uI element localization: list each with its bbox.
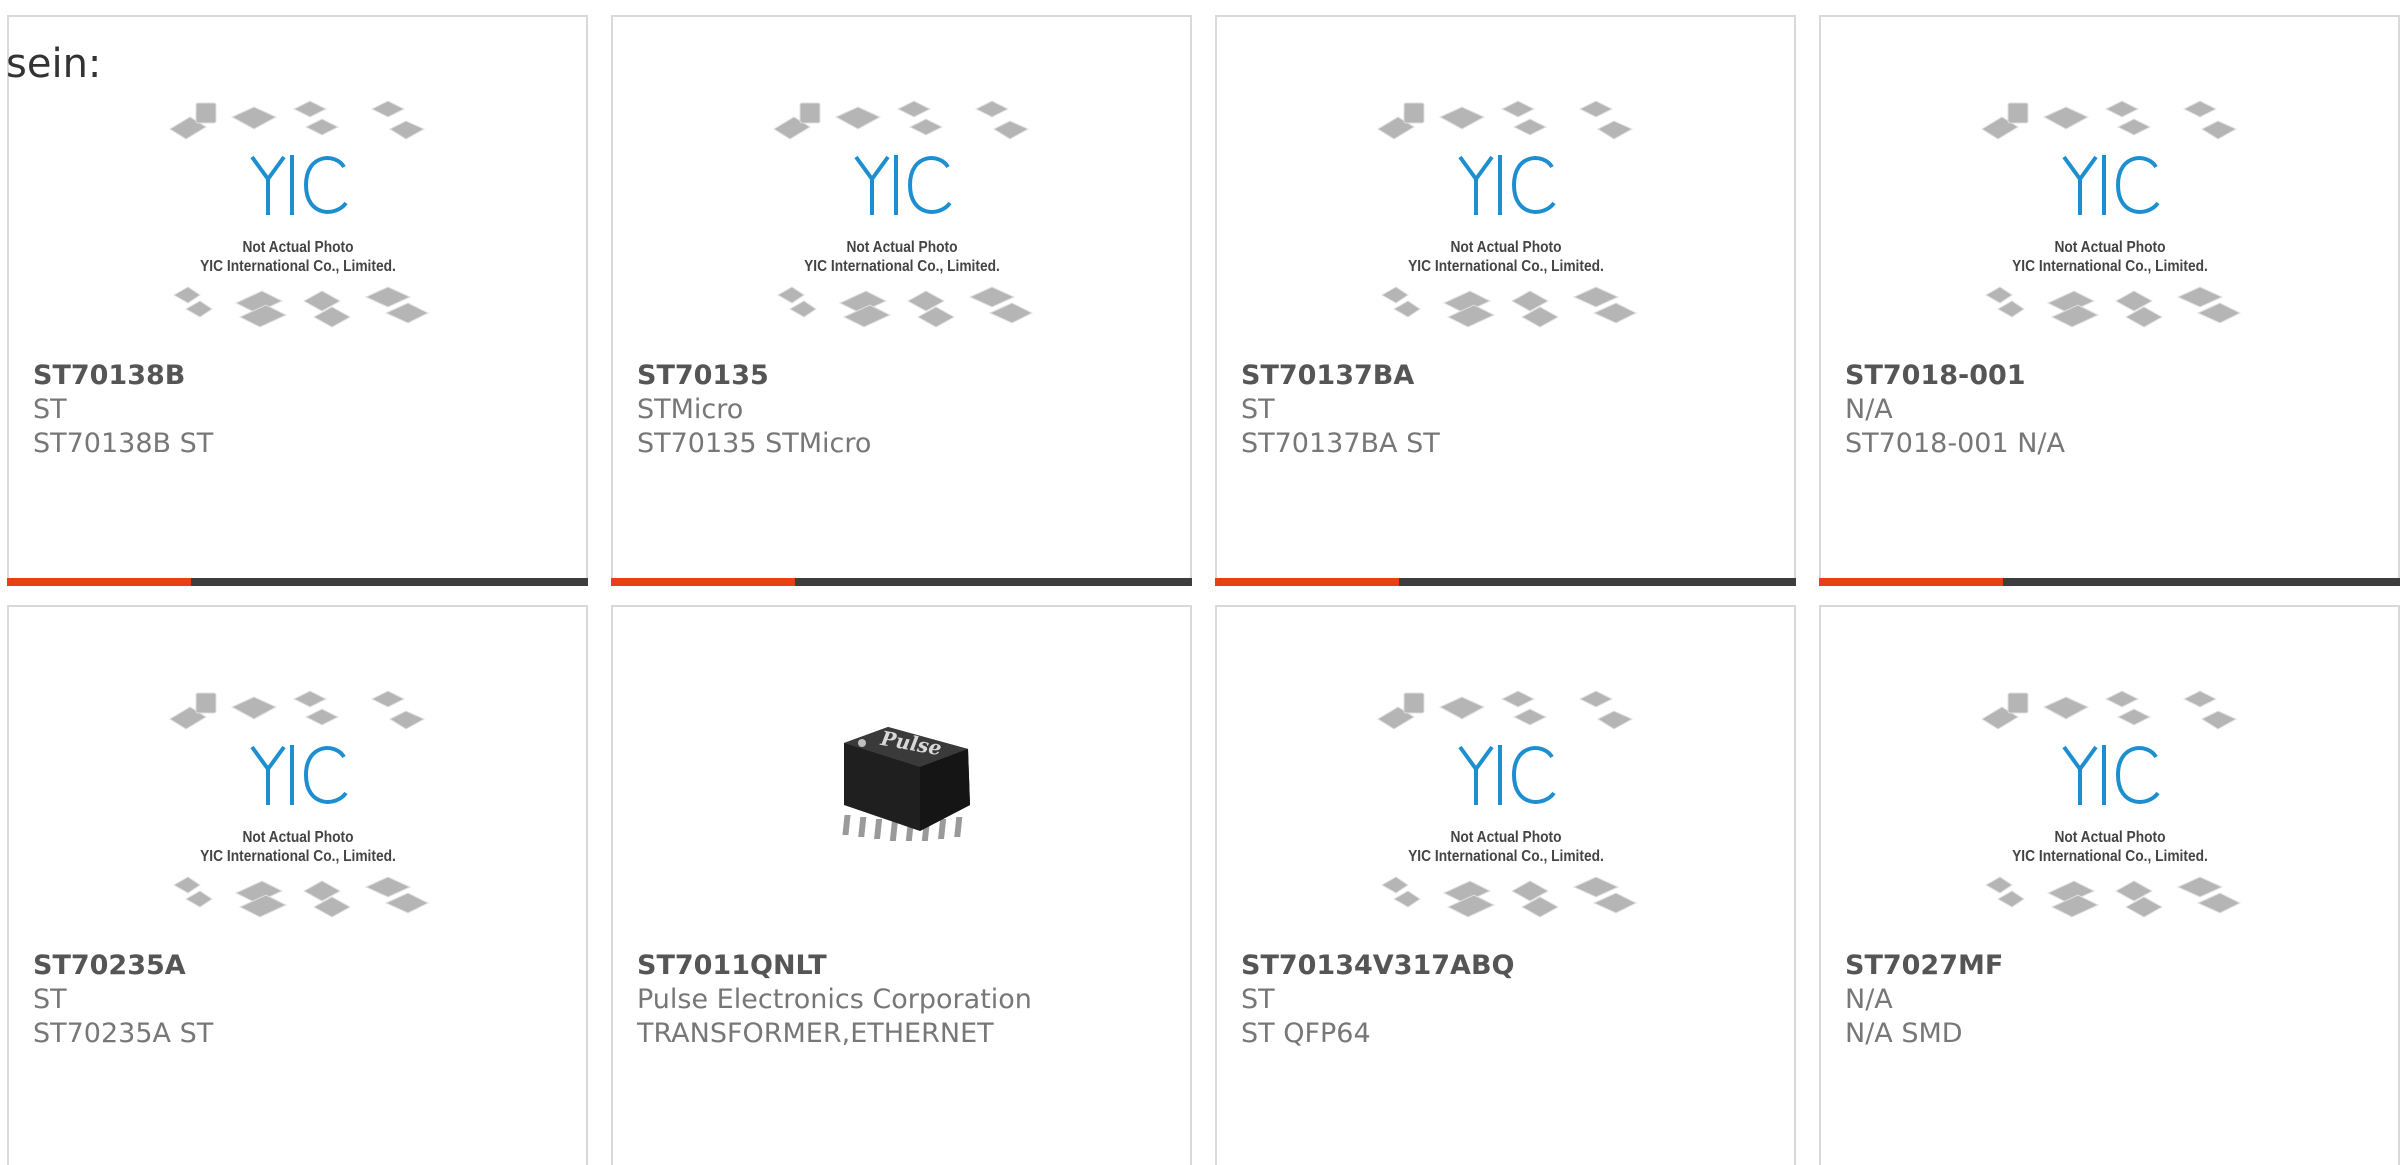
- placeholder-line1: Not Actual Photo: [1449, 239, 1562, 256]
- product-card[interactable]: Not Actual Photo YIC International Co., …: [1819, 15, 2400, 586]
- manufacturer: N/A: [1845, 394, 1893, 425]
- yic-placeholder-icon: [1980, 100, 2241, 328]
- product-image[interactable]: Not Actual Photo YIC International Co., …: [1219, 687, 1792, 952]
- yic-placeholder-icon: [168, 100, 429, 328]
- card-accent-bar: [611, 578, 795, 586]
- description: ST7018-001 N/A: [1845, 428, 2065, 459]
- placeholder-line2: YIC International Co., Limited.: [2011, 848, 2208, 865]
- product-image[interactable]: Not Actual Photo YIC International Co., …: [11, 687, 584, 952]
- placeholder-line1: Not Actual Photo: [241, 829, 354, 846]
- product-card[interactable]: Not Actual Photo YIC International Co., …: [1215, 15, 1796, 586]
- product-card[interactable]: Not Actual Photo YIC International Co., …: [7, 15, 588, 586]
- placeholder-line2: YIC International Co., Limited.: [2011, 258, 2208, 275]
- placeholder-image: Not Actual Photo YIC International Co., …: [1978, 97, 2242, 337]
- placeholder-line2: YIC International Co., Limited.: [803, 258, 1000, 275]
- description: ST70137BA ST: [1241, 428, 1440, 459]
- manufacturer: ST: [33, 394, 67, 425]
- product-image[interactable]: Not Actual Photo YIC International Co., …: [1219, 97, 1792, 362]
- placeholder-line1: Not Actual Photo: [2053, 239, 2166, 256]
- placeholder-image: Not Actual Photo YIC International Co., …: [1374, 97, 1638, 337]
- product-card[interactable]: Not Actual Photo YIC International Co., …: [1215, 605, 1796, 1165]
- product-image[interactable]: Not Actual Photo YIC International Co., …: [11, 97, 584, 362]
- description: ST70135 STMicro: [637, 428, 872, 459]
- yic-placeholder-icon: [1980, 690, 2241, 918]
- card-accent-bar: [1215, 578, 1399, 586]
- placeholder-line1: Not Actual Photo: [845, 239, 958, 256]
- manufacturer: N/A: [1845, 984, 1893, 1015]
- yic-placeholder-icon: [772, 100, 1033, 328]
- manufacturer: ST: [33, 984, 67, 1015]
- card-accent-bar: [7, 578, 191, 586]
- placeholder-line1: Not Actual Photo: [2053, 829, 2166, 846]
- placeholder-line2: YIC International Co., Limited.: [1407, 848, 1604, 865]
- placeholder-line2: YIC International Co., Limited.: [1407, 258, 1604, 275]
- intro-text: sein:: [6, 41, 102, 87]
- card-bottom-bar: [611, 578, 1192, 586]
- placeholder-image: Not Actual Photo YIC International Co., …: [1374, 687, 1638, 927]
- part-number[interactable]: ST70137BA: [1241, 359, 1778, 393]
- product-image[interactable]: Not Actual Photo YIC International Co., …: [1823, 687, 2396, 952]
- card-accent-bar: [1819, 578, 2003, 586]
- placeholder-line2: YIC International Co., Limited.: [199, 258, 396, 275]
- manufacturer: ST: [1241, 984, 1275, 1015]
- product-grid: Not Actual Photo YIC International Co., …: [0, 0, 2400, 1165]
- placeholder-image: Not Actual Photo YIC International Co., …: [1978, 687, 2242, 927]
- pulse-chip-image: Pulse: [770, 687, 1034, 927]
- description: ST QFP64: [1241, 1018, 1371, 1049]
- description: ST70235A ST: [33, 1018, 214, 1049]
- placeholder-image: Not Actual Photo YIC International Co., …: [166, 97, 430, 337]
- placeholder-image: Not Actual Photo YIC International Co., …: [166, 687, 430, 927]
- card-bottom-bar: [7, 578, 588, 586]
- placeholder-line2: YIC International Co., Limited.: [199, 848, 396, 865]
- part-number[interactable]: ST7027MF: [1845, 949, 2382, 983]
- placeholder-line1: Not Actual Photo: [241, 239, 354, 256]
- part-number[interactable]: ST70138B: [33, 359, 570, 393]
- manufacturer: Pulse Electronics Corporation: [637, 984, 1032, 1015]
- product-card[interactable]: Not Actual Photo YIC International Co., …: [611, 15, 1192, 586]
- placeholder-line1: Not Actual Photo: [1449, 829, 1562, 846]
- product-card[interactable]: Pulse ST7011QNLT Pulse Electronics Corpo…: [611, 605, 1192, 1165]
- part-number[interactable]: ST70135: [637, 359, 1174, 393]
- product-image[interactable]: Pulse: [615, 687, 1188, 952]
- part-number[interactable]: ST7011QNLT: [637, 949, 1174, 983]
- part-number[interactable]: ST70134V317ABQ: [1241, 949, 1778, 983]
- description: TRANSFORMER,ETHERNET: [637, 1018, 994, 1049]
- part-number[interactable]: ST7018-001: [1845, 359, 2382, 393]
- manufacturer: ST: [1241, 394, 1275, 425]
- ethernet-transformer-chip-icon: Pulse: [841, 726, 970, 841]
- product-image[interactable]: Not Actual Photo YIC International Co., …: [1823, 97, 2396, 362]
- placeholder-image: Not Actual Photo YIC International Co., …: [770, 97, 1034, 337]
- yic-placeholder-icon: [168, 690, 429, 918]
- part-number[interactable]: ST70235A: [33, 949, 570, 983]
- description: N/A SMD: [1845, 1018, 1963, 1049]
- card-bottom-bar: [1819, 578, 2400, 586]
- card-bottom-bar: [1215, 578, 1796, 586]
- product-image[interactable]: Not Actual Photo YIC International Co., …: [615, 97, 1188, 362]
- yic-placeholder-icon: [1376, 100, 1637, 328]
- yic-placeholder-icon: [1376, 690, 1637, 918]
- product-card[interactable]: Not Actual Photo YIC International Co., …: [1819, 605, 2400, 1165]
- product-card[interactable]: Not Actual Photo YIC International Co., …: [7, 605, 588, 1165]
- description: ST70138B ST: [33, 428, 214, 459]
- manufacturer: STMicro: [637, 394, 744, 425]
